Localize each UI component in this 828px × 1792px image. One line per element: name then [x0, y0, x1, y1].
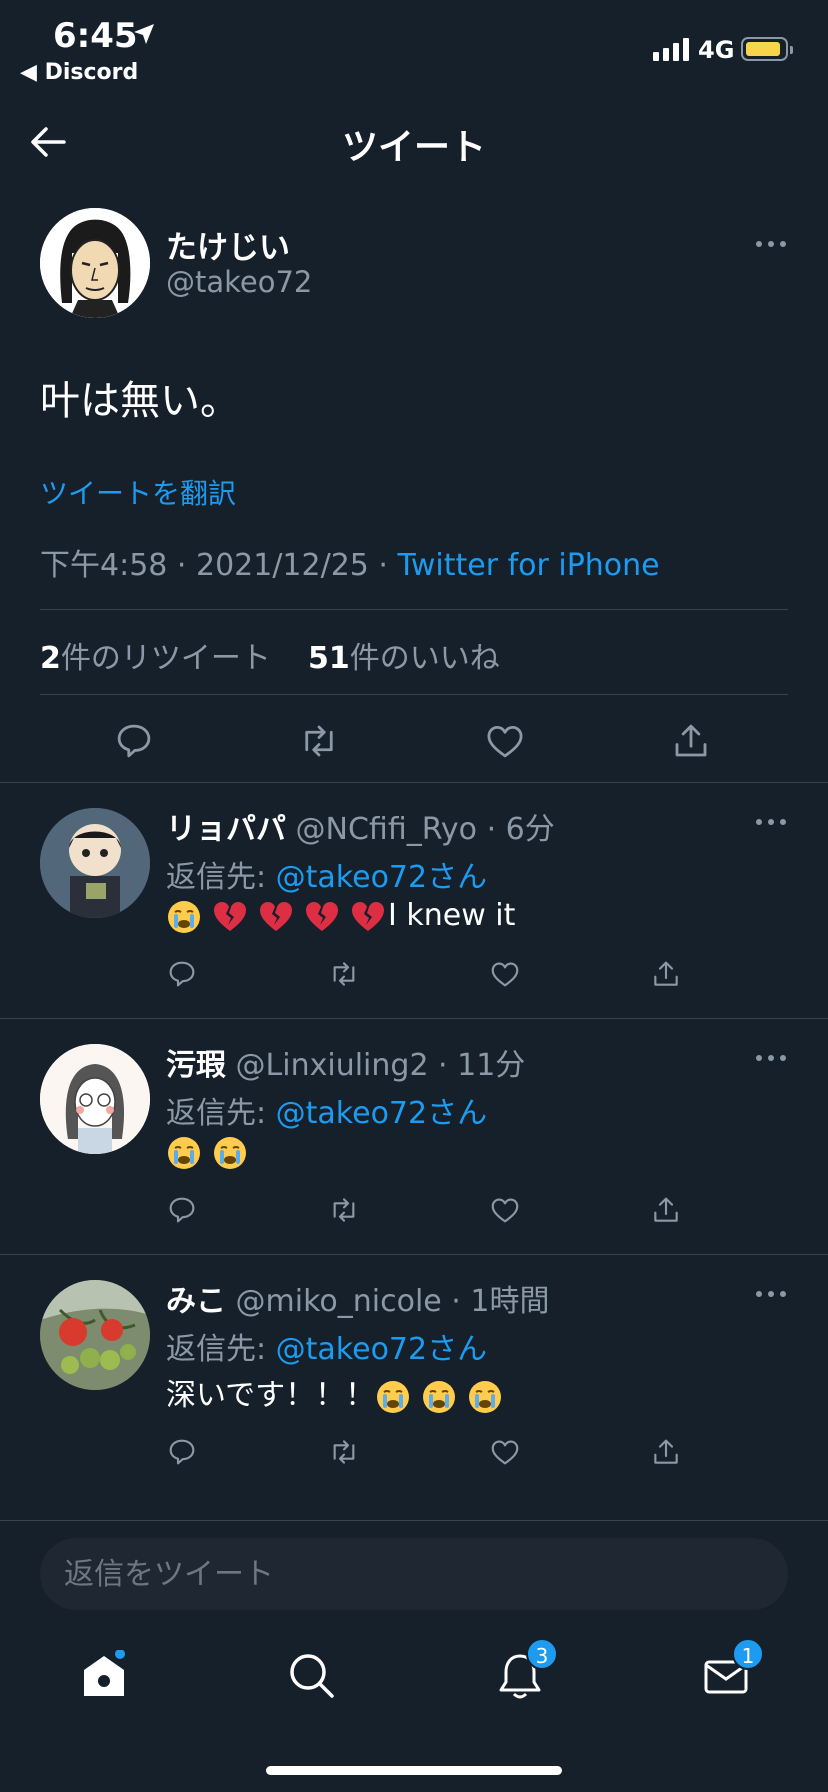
- sob-emoji-icon: [469, 1380, 502, 1413]
- translate-link[interactable]: ツイートを翻訳: [40, 472, 236, 512]
- broken-heart-emoji-icon: [260, 901, 292, 931]
- retweet-label: 件のリツイート: [60, 641, 271, 676]
- tweet-text: 叶は無い。: [40, 378, 240, 424]
- location-arrow-icon: [134, 24, 154, 44]
- tweet-detail-screen: 6:45 ◀ Discord 4G ツイート たけじい @takeo72 叶は無…: [0, 0, 828, 1792]
- like-icon[interactable]: [489, 1436, 521, 1468]
- like-icon[interactable]: [484, 720, 526, 762]
- like-label: 件のいいね: [349, 641, 500, 676]
- reply-icon[interactable]: [166, 958, 198, 990]
- status-time: 6:45: [53, 16, 138, 56]
- reply-tweet[interactable]: みこ @miko_nicole · 1時間 返信先: @takeo72さん 深い…: [0, 1254, 828, 1520]
- home-icon[interactable]: [78, 1650, 130, 1702]
- like-count: 51: [307, 641, 350, 676]
- more-options-icon[interactable]: [756, 239, 790, 249]
- broken-heart-emoji-icon: [306, 901, 338, 931]
- author-name[interactable]: たけじい: [166, 222, 290, 267]
- reply-to-prefix: 返信先:: [166, 1096, 276, 1131]
- reply-to-mention[interactable]: @takeo72さん: [276, 1096, 487, 1131]
- reply-icon[interactable]: [166, 1194, 198, 1226]
- reply-header: みこ @miko_nicole · 1時間: [166, 1276, 549, 1320]
- reply-author-handle[interactable]: @miko_nicole · 1時間: [236, 1284, 550, 1319]
- tweet-meta: 下午4:58 · 2021/12/25 · Twitter for iPhone: [40, 540, 660, 584]
- reply-text: I knew it: [166, 898, 515, 935]
- reply-body: I knew it: [388, 898, 516, 933]
- tweet-source-link[interactable]: Twitter for iPhone: [398, 548, 660, 583]
- divider: [40, 694, 788, 695]
- reply-author-handle[interactable]: @NCfifi_Ryo · 6分: [296, 812, 555, 847]
- sob-emoji-icon: [168, 900, 200, 933]
- sob-emoji-icon: [377, 1380, 410, 1413]
- reply-to-prefix: 返信先:: [166, 860, 276, 895]
- reply-to-line: 返信先: @takeo72さん: [166, 852, 487, 896]
- network-type: 4G: [698, 36, 735, 64]
- header: ツイート: [0, 100, 828, 180]
- reply-icon[interactable]: [113, 720, 155, 762]
- battery-icon: [741, 37, 793, 61]
- share-icon[interactable]: [670, 720, 712, 762]
- reply-text: [166, 1134, 258, 1171]
- reply-author-name[interactable]: 污瑕: [166, 1048, 226, 1083]
- reply-tweet[interactable]: 污瑕 @Linxiuling2 · 11分 返信先: @takeo72さん: [0, 1018, 828, 1254]
- page-title: ツイート: [341, 127, 486, 168]
- avatar-girl-icon: [40, 1044, 150, 1154]
- more-options-icon[interactable]: [756, 1053, 790, 1063]
- reply-input[interactable]: [64, 1538, 764, 1610]
- reply-author-name[interactable]: リョパパ: [166, 812, 286, 847]
- avatar-portrait-icon: [40, 208, 150, 318]
- divider: [0, 1520, 828, 1521]
- sob-emoji-icon: [423, 1380, 456, 1413]
- reply-to-mention[interactable]: @takeo72さん: [276, 1332, 487, 1367]
- like-stat[interactable]: 51件のいいね: [308, 641, 500, 676]
- broken-heart-emoji-icon: [214, 901, 246, 931]
- avatar-tomato-icon: [40, 1280, 150, 1390]
- messages-badge: 1: [732, 1638, 764, 1670]
- status-bar: 6:45 ◀ Discord 4G: [0, 0, 828, 92]
- signal-icon: [653, 37, 689, 61]
- retweet-count: 2: [40, 641, 61, 676]
- tweet-stats: 2件のリツイート 51件のいいね: [40, 633, 500, 677]
- avatar-figure-icon: [40, 808, 150, 918]
- reply-author-handle[interactable]: @Linxiuling2 · 11分: [236, 1048, 526, 1083]
- tweet-timestamp: 下午4:58 · 2021/12/25 ·: [40, 548, 398, 583]
- share-icon[interactable]: [650, 958, 682, 990]
- sob-emoji-icon: [168, 1136, 200, 1169]
- avatar[interactable]: [40, 1044, 150, 1154]
- share-icon[interactable]: [650, 1194, 682, 1226]
- reply-text: 深いです！！！: [166, 1370, 513, 1415]
- retweet-icon[interactable]: [328, 1436, 360, 1468]
- avatar[interactable]: [40, 208, 150, 318]
- reply-to-mention[interactable]: @takeo72さん: [276, 860, 487, 895]
- share-icon[interactable]: [650, 1436, 682, 1468]
- like-icon[interactable]: [489, 1194, 521, 1226]
- broken-heart-emoji-icon: [352, 901, 384, 931]
- divider: [40, 609, 788, 610]
- home-indicator[interactable]: [266, 1766, 562, 1775]
- like-icon[interactable]: [489, 958, 521, 990]
- reply-to-prefix: 返信先:: [166, 1332, 276, 1367]
- author-handle[interactable]: @takeo72: [166, 265, 312, 299]
- more-options-icon[interactable]: [756, 817, 790, 827]
- notifications-badge: 3: [526, 1638, 558, 1670]
- reply-header: リョパパ @NCfifi_Ryo · 6分: [166, 804, 555, 848]
- more-options-icon[interactable]: [756, 1289, 790, 1299]
- reply-header: 污瑕 @Linxiuling2 · 11分: [166, 1040, 525, 1084]
- back-to-app-link[interactable]: ◀ Discord: [20, 60, 138, 85]
- sob-emoji-icon: [214, 1136, 246, 1169]
- reply-body: 深いです！！！: [166, 1378, 376, 1413]
- reply-tweet[interactable]: リョパパ @NCfifi_Ryo · 6分 返信先: @takeo72さん I …: [0, 782, 828, 1018]
- reply-icon[interactable]: [166, 1436, 198, 1468]
- reply-to-line: 返信先: @takeo72さん: [166, 1088, 487, 1132]
- avatar[interactable]: [40, 1280, 150, 1390]
- avatar[interactable]: [40, 808, 150, 918]
- reply-composer[interactable]: [40, 1538, 788, 1610]
- retweet-icon[interactable]: [328, 958, 360, 990]
- retweet-stat[interactable]: 2件のリツイート: [40, 641, 271, 676]
- reply-author-name[interactable]: みこ: [166, 1284, 226, 1319]
- reply-to-line: 返信先: @takeo72さん: [166, 1324, 487, 1368]
- search-icon[interactable]: [286, 1650, 338, 1702]
- retweet-icon[interactable]: [328, 1194, 360, 1226]
- retweet-icon[interactable]: [298, 720, 340, 762]
